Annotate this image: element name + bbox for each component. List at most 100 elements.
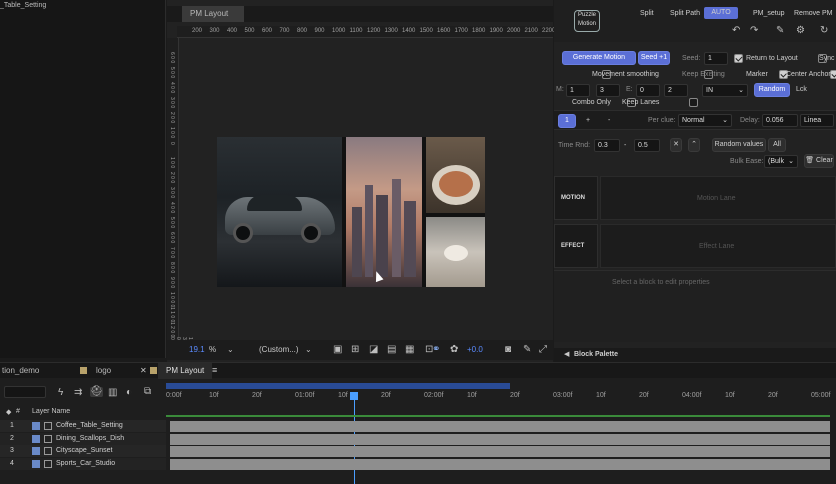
ruler-h-label: 2100 [524, 28, 538, 34]
block-number-button[interactable]: 1 [558, 114, 576, 128]
ruler-h-label: 600 [262, 28, 273, 34]
comp-flow-icon[interactable]: ⇉ [74, 388, 82, 398]
region-icon[interactable]: ▤ [387, 345, 396, 355]
layer-row[interactable]: 3 Cityscape_Sunset [0, 445, 166, 457]
brush-icon[interactable]: ✎ [523, 345, 531, 355]
expand-icon[interactable]: ⤢ [539, 345, 547, 355]
time-ruler-label: 02:00f [424, 392, 444, 399]
time-ruler-label: 20f [768, 392, 778, 399]
bulk-ease-select[interactable]: (Bulk ⌄ [764, 155, 798, 168]
timeline-search-input[interactable] [4, 386, 46, 398]
channel-icon[interactable]: ⚭ [432, 345, 440, 355]
per-clue-select[interactable]: Normal ⌄ [678, 114, 732, 127]
layer-row[interactable]: 4 Sports_Car_Studio [0, 457, 166, 470]
menu-icon[interactable]: ≡ [212, 365, 217, 375]
tab-pm-layout-timeline[interactable]: PM Layout [158, 363, 213, 379]
layer-row[interactable]: 1 Coffee_Table_Setting [0, 420, 166, 432]
time-from-input[interactable]: 0.3 [594, 139, 620, 152]
ruler-h-label: 1200 [367, 28, 381, 34]
add-block-button[interactable]: + [586, 117, 590, 124]
tab-tion-demo[interactable]: tion_demo [0, 363, 47, 379]
close-icon[interactable]: ✕ [140, 366, 147, 375]
layer-name-header[interactable]: Layer Name [32, 408, 70, 415]
m-from-input[interactable]: 1 [566, 84, 590, 97]
hash-column-icon: # [16, 408, 20, 415]
interpolation-select[interactable]: Linea [800, 114, 834, 127]
center-anchor-checkbox[interactable] [830, 70, 836, 80]
snapshot-icon[interactable]: ▣ [333, 345, 342, 355]
layer-switch-icon[interactable] [44, 447, 52, 455]
remove-block-button[interactable]: - [608, 117, 610, 124]
all-button[interactable]: All [768, 138, 786, 152]
graph-icon[interactable]: ϟ [58, 388, 63, 398]
auto-button[interactable]: AUTO [704, 7, 738, 19]
layer-duration-bar[interactable] [170, 446, 830, 457]
motion-blur-icon[interactable]: ◐ [126, 388, 132, 398]
picker-icon[interactable]: ✎ [776, 26, 784, 36]
seed-input[interactable]: 1 [704, 52, 728, 65]
generate-motion-button[interactable]: Generate Motion [562, 51, 636, 65]
undo-icon[interactable]: ↶ [732, 26, 740, 36]
split-path-button[interactable]: Split Path [670, 10, 700, 17]
layer-duration-bar[interactable] [170, 433, 830, 445]
layer-switch-icon[interactable] [44, 434, 52, 443]
shy-icon[interactable]: ⛑ [90, 387, 103, 397]
random-values-button[interactable]: Random values [712, 138, 766, 152]
grid-icon[interactable]: ⊞ [351, 345, 359, 355]
motion-lane[interactable]: Motion Lane [600, 176, 836, 220]
chevron-up-icon[interactable]: ⌃ [688, 138, 700, 152]
easing-direction-value: IN [706, 87, 713, 94]
lock-button[interactable]: Lck [796, 86, 807, 93]
layer-duration-bar[interactable] [170, 458, 830, 470]
remove-pm-button[interactable]: Remove PM [794, 10, 833, 17]
color-icon[interactable]: ✿ [450, 345, 458, 355]
chevron-down-icon[interactable]: ⌄ [227, 345, 234, 355]
zoom-value[interactable]: 19.1 [189, 345, 205, 354]
chevron-down-icon[interactable]: ⌄ [305, 345, 312, 355]
keep-lanes-checkbox[interactable] [688, 98, 698, 108]
layer-name[interactable]: Dining_Scallops_Dish [56, 433, 124, 445]
block-palette-header[interactable]: ◀ Block Palette [554, 348, 836, 362]
center-anchor-label: Center Anchor [786, 71, 831, 78]
ruler-v-label: 6 0 0 [169, 52, 175, 64]
effect-lane[interactable]: Effect Lane [600, 224, 836, 268]
camera-icon[interactable]: ◙ [505, 345, 511, 355]
split-button[interactable]: Split [640, 10, 654, 17]
layer-name[interactable]: Cityscape_Sunset [56, 445, 112, 457]
layer-name[interactable]: Sports_Car_Studio [56, 458, 115, 470]
resolution-dropdown[interactable]: (Custom...) [259, 345, 299, 354]
tab-logo[interactable]: logo [88, 363, 119, 379]
delay-input[interactable]: 0.056 [762, 114, 798, 127]
frame-blend-icon[interactable]: ▥ [108, 388, 117, 398]
layer-name[interactable]: Coffee_Table_Setting [56, 420, 123, 432]
easing-direction-select[interactable]: IN ⌄ [702, 84, 748, 97]
work-area-bar[interactable] [166, 383, 510, 389]
layer-row[interactable]: 2 Dining_Scallops_Dish [0, 432, 166, 445]
refresh-icon[interactable]: ↻ [820, 26, 828, 36]
graph-editor-icon[interactable]: ⧉ [144, 387, 151, 397]
seed-plus-button[interactable]: Seed +1 [638, 51, 670, 65]
time-ruler[interactable]: 0:00f 10f 20f 01:00f 10f 20f 02:00f 10f 20f 03:00… [166, 390, 830, 404]
close-icon[interactable]: ✕ [670, 138, 682, 152]
project-panel: _Table_Setting [0, 0, 166, 358]
clear-button[interactable]: 🗑 Clear [804, 154, 834, 168]
settings-icon[interactable]: ⚙ [796, 26, 805, 36]
pm-setup-button[interactable]: PM_setup [753, 10, 785, 17]
redo-icon[interactable]: ↷ [750, 26, 758, 36]
exposure-value[interactable]: +0.0 [467, 345, 483, 354]
e-from-input[interactable]: 0 [636, 84, 660, 97]
return-to-layout-checkbox[interactable] [734, 54, 743, 64]
m-to-input[interactable]: 3 [596, 84, 620, 97]
time-to-input[interactable]: 0.5 [634, 139, 660, 152]
transparency-icon[interactable]: ▦ [405, 345, 414, 355]
layer-switch-icon[interactable] [44, 459, 52, 468]
random-button[interactable]: Random [754, 83, 790, 97]
layer-duration-bar[interactable] [170, 421, 830, 432]
mask-icon[interactable]: ◪ [369, 345, 378, 355]
tab-pm-layout[interactable]: PM Layout [182, 6, 244, 22]
layer-switch-icon[interactable] [44, 422, 52, 430]
composition-canvas[interactable] [217, 137, 485, 287]
ruler-h-label: 200 [192, 28, 203, 34]
e-to-input[interactable]: 2 [664, 84, 688, 97]
playhead[interactable] [350, 392, 358, 400]
